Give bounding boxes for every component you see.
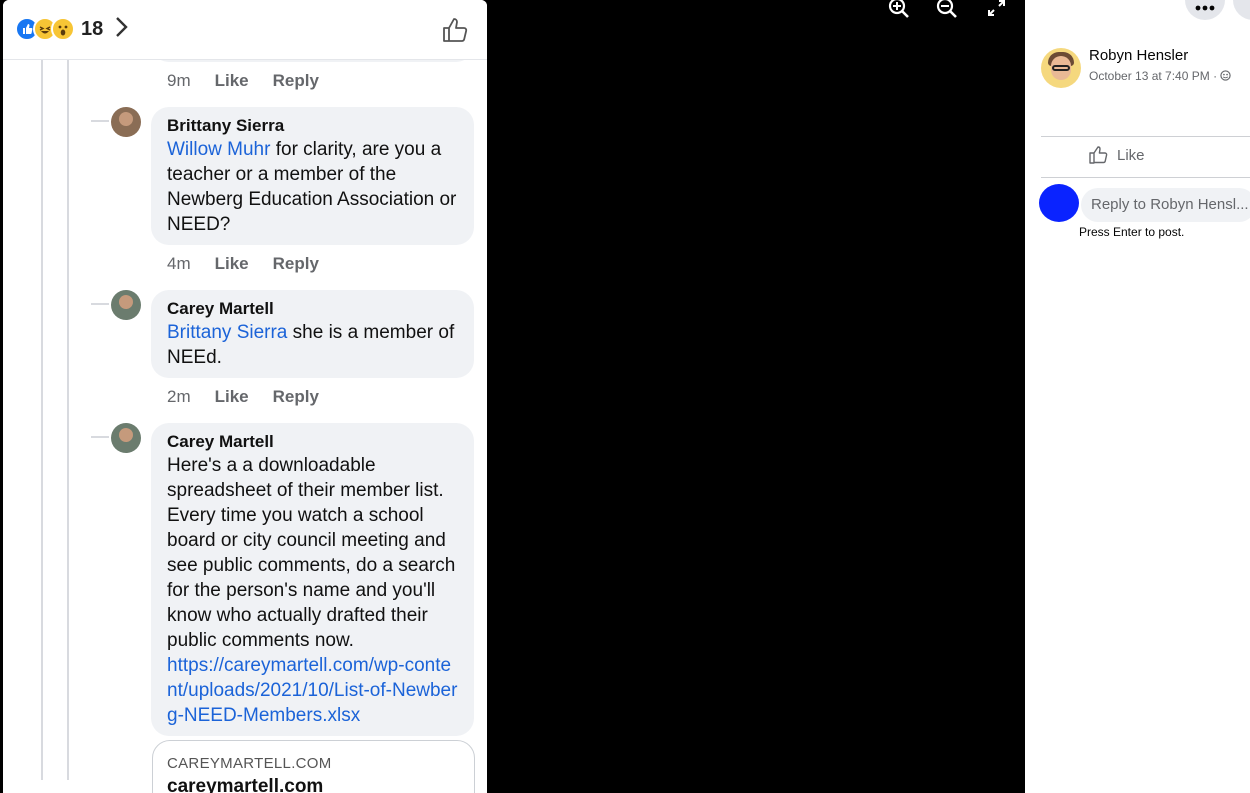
reply-link: Reply <box>272 387 319 406</box>
zoom-out-icon[interactable] <box>936 0 958 18</box>
reply-input[interactable]: Reply to Robyn Hensl... <box>1081 188 1250 222</box>
friends-audience-icon <box>1220 70 1232 81</box>
post-date[interactable]: October 13 at 7:40 PM · <box>1089 69 1232 83</box>
screenshot-photo: 18 9m Like Reply Brittany Sierra Willow … <box>3 0 487 793</box>
comment-time: 9m <box>167 71 191 90</box>
avatar <box>111 107 141 137</box>
menu-grid-icon[interactable] <box>1185 0 1225 20</box>
comment-author: Carey Martell <box>167 299 274 318</box>
reactions-bar: 18 <box>3 0 487 60</box>
avatar[interactable] <box>1041 48 1081 88</box>
comment-actions: 9m Like Reply <box>167 71 319 91</box>
like-link: Like <box>214 387 249 406</box>
link-title: careymartell.com <box>167 776 324 793</box>
post-sidebar: Robyn Hensler October 13 at 7:40 PM · Li… <box>1025 0 1250 793</box>
comment-actions: 4m Like Reply <box>167 254 319 274</box>
chevron-right-icon <box>116 17 128 37</box>
reply-link: Reply <box>272 254 319 273</box>
comment-actions: 2m Like Reply <box>167 387 319 407</box>
like-button[interactable]: Like <box>1089 146 1145 164</box>
like-link: Like <box>214 254 249 273</box>
like-link: Like <box>214 71 249 90</box>
post-author[interactable]: Robyn Hensler <box>1089 47 1188 64</box>
thumbs-up-icon <box>1089 146 1108 164</box>
thread-branch <box>91 120 109 122</box>
comment-link: https://careymartell.com/wp-content/uplo… <box>167 655 458 726</box>
avatar <box>1039 184 1079 222</box>
post-hint: Press Enter to post. <box>1079 225 1185 239</box>
reaction-count: 18 <box>81 17 104 40</box>
photo-viewer: 18 9m Like Reply Brittany Sierra Willow … <box>0 0 1025 793</box>
comment-author: Brittany Sierra <box>167 116 285 135</box>
comment-time: 2m <box>167 387 191 406</box>
mention: Willow Muhr <box>167 139 271 160</box>
comment-text: Willow Muhr for clarity, are you a teach… <box>167 137 460 237</box>
reaction-icons: 18 <box>15 17 103 41</box>
comment-author: Carey Martell <box>167 432 274 451</box>
link-preview-card: CAREYMARTELL.COM careymartell.com <box>152 740 475 793</box>
divider <box>1041 177 1250 178</box>
comment-bubble: Carey Martell Brittany Sierra she is a m… <box>151 290 474 378</box>
wow-reaction-icon <box>51 17 75 41</box>
comment-body: Here's a a downloadable spreadsheet of t… <box>167 455 456 651</box>
thread-branch <box>91 303 109 305</box>
like-outline-icon <box>443 18 468 42</box>
like-label: Like <box>1117 146 1145 164</box>
reply-link: Reply <box>272 71 319 90</box>
comment-bubble: Carey Martell Here's a a downloadable sp… <box>151 423 474 736</box>
thread-branch <box>91 436 109 438</box>
link-domain: CAREYMARTELL.COM <box>167 755 332 772</box>
zoom-in-icon[interactable] <box>888 0 910 18</box>
thread-line <box>67 60 69 780</box>
messenger-icon[interactable] <box>1233 0 1250 20</box>
avatar <box>111 423 141 453</box>
divider <box>1041 136 1250 137</box>
comment-bubble: Brittany Sierra Willow Muhr for clarity,… <box>151 107 474 245</box>
comment-text: Brittany Sierra she is a member of NEEd. <box>167 320 460 370</box>
mention: Brittany Sierra <box>167 322 288 343</box>
thread-line <box>41 60 43 780</box>
comment-time: 4m <box>167 254 191 273</box>
fullscreen-icon[interactable] <box>986 0 1008 18</box>
avatar <box>111 290 141 320</box>
